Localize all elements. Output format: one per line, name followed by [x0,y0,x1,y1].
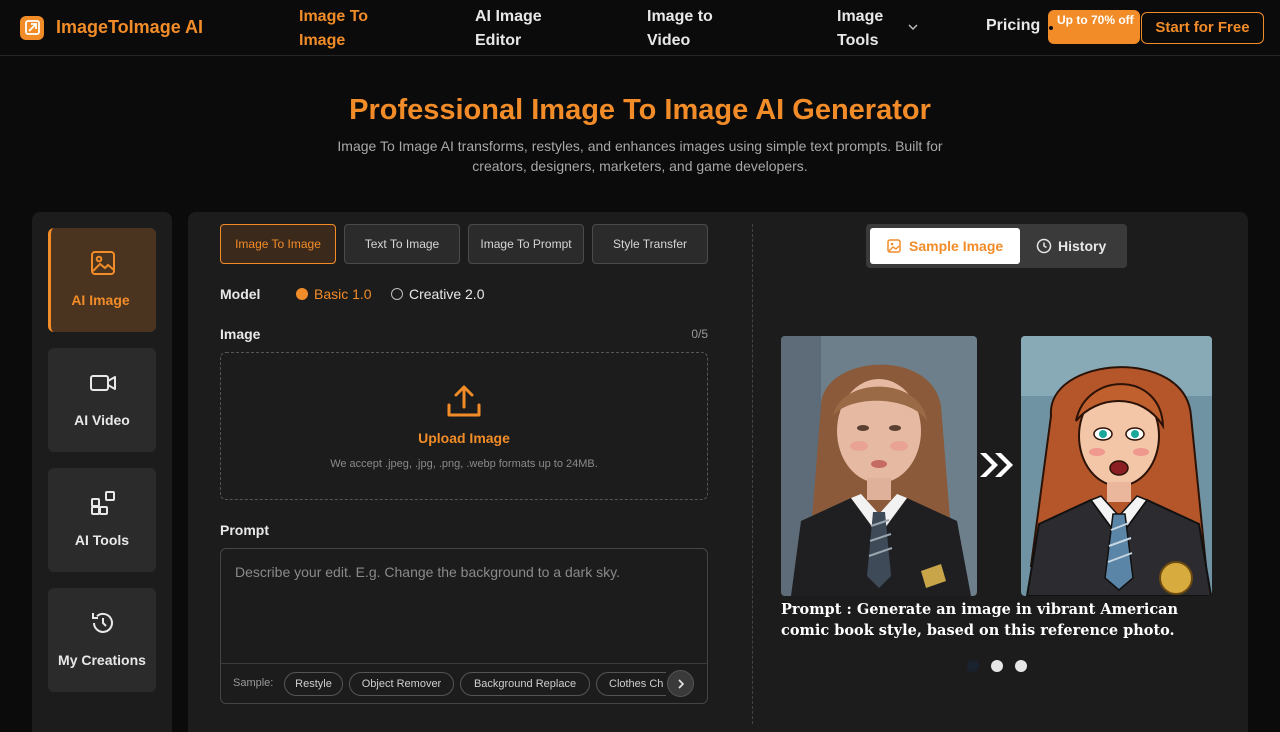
model-option-basic-label[interactable]: Basic 1.0 [314,286,372,302]
prompt-input[interactable] [221,549,707,663]
sample-prompt-caption: Prompt : Generate an image in vibrant Am… [781,601,1179,639]
nav-image-to-video[interactable]: Image to Video [647,5,713,53]
image-icon [887,239,901,253]
image-icon [91,251,115,275]
start-for-free-button[interactable]: Start for Free [1141,12,1264,44]
sample-chip-restyle[interactable]: Restyle [284,672,343,696]
image-label: Image [220,326,261,342]
model-label: Model [220,286,261,302]
sidebar-item-my-creations[interactable]: My Creations [48,588,156,692]
model-option-creative-label[interactable]: Creative 2.0 [409,286,484,302]
history-icon [92,612,113,633]
carousel-dot-3[interactable] [1015,660,1027,672]
tab-image-to-image[interactable]: Image To Image [220,224,336,264]
panel-divider [752,224,753,724]
upload-image-title[interactable]: Upload Image [220,430,708,446]
model-radio-creative[interactable] [391,288,403,300]
image-upload-dropzone[interactable] [220,352,708,500]
prompt-label: Prompt [220,522,269,538]
nav-image-tools[interactable]: Image Tools [837,5,883,53]
sample-label: Sample: [233,677,274,689]
upload-icon [447,385,481,417]
model-radio-basic[interactable] [296,288,308,300]
carousel-dot-1[interactable] [967,660,979,672]
history-toggle[interactable]: History [1024,228,1124,264]
nav-image-to-image[interactable]: Image To Image [299,5,368,53]
tab-image-to-prompt[interactable]: Image To Prompt [468,224,584,264]
chevron-right-icon [678,679,685,689]
sample-chip-background-replace[interactable]: Background Replace [460,672,590,696]
carousel-dot-2[interactable] [991,660,1003,672]
nav-ai-image-editor[interactable]: AI Image Editor [475,5,542,53]
sidebar-item-ai-image[interactable]: AI Image [48,228,156,332]
sidebar-item-label: AI Tools [74,532,130,548]
badge-pointer [1049,26,1053,30]
sample-result-photo [1021,336,1212,596]
tab-style-transfer[interactable]: Style Transfer [592,224,708,264]
sidebar-item-label: AI Video [74,412,130,428]
video-icon [90,375,116,391]
tools-grid-icon [91,491,115,515]
brand-logo-icon[interactable] [20,16,44,40]
page-title: Professional Image To Image AI Generator [349,94,931,126]
clock-icon [1036,238,1052,254]
sidebar-item-label: My Creations [58,652,146,668]
sample-original-photo [781,336,977,596]
sidebar-item-ai-video[interactable]: AI Video [48,348,156,452]
transform-arrows-icon [980,453,1013,477]
prompt-separator [221,663,707,664]
tab-text-to-image[interactable]: Text To Image [344,224,460,264]
page-subtitle: Image To Image AI transforms, restyles, … [337,138,943,174]
image-count: 0/5 [691,327,708,341]
discount-badge: Up to 70% off [1048,10,1140,44]
sidebar-item-label: AI Image [71,292,130,308]
sample-image-toggle[interactable]: Sample Image [870,228,1020,264]
sample-chip-clothes-change[interactable]: Clothes Ch [596,672,666,696]
chevron-down-icon[interactable] [906,20,920,34]
sample-chip-object-remover[interactable]: Object Remover [349,672,454,696]
samples-next-button[interactable] [667,670,694,697]
upload-format-note: We accept .jpeg, .jpg, .png, .webp forma… [330,458,598,470]
brand-name[interactable]: ImageToImage AI [56,17,203,38]
sidebar-item-ai-tools[interactable]: AI Tools [48,468,156,572]
nav-pricing[interactable]: Pricing [986,17,1040,35]
